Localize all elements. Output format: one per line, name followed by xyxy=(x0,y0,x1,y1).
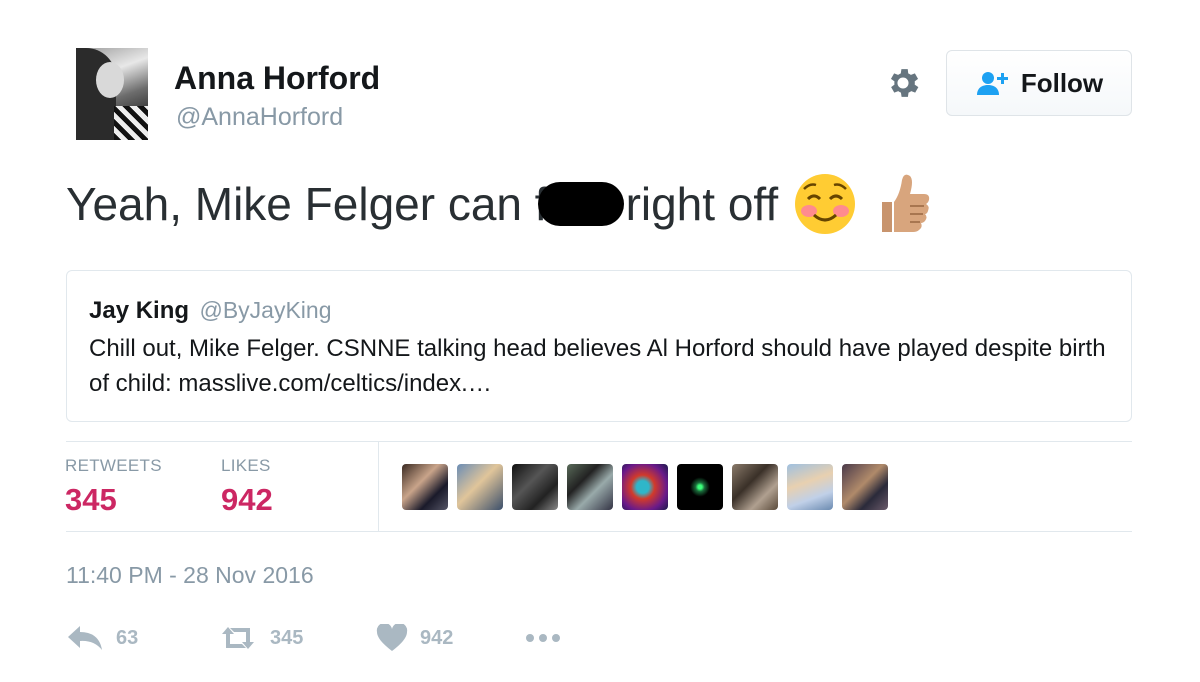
likes-count[interactable]: 942 xyxy=(221,482,273,518)
reply-count: 63 xyxy=(116,626,139,649)
heart-icon xyxy=(376,624,408,651)
tweet-timestamp[interactable]: 11:40 PM - 28 Nov 2016 xyxy=(66,562,314,589)
liker-avatar[interactable] xyxy=(842,464,888,510)
retweets-label[interactable]: RETWEETS xyxy=(65,456,162,476)
stats-vertical-divider xyxy=(378,442,379,531)
tweet-text: Yeah, Mike Felger can f right off xyxy=(66,172,930,236)
add-user-icon xyxy=(976,72,1008,95)
liker-avatar[interactable] xyxy=(732,464,778,510)
like-button[interactable]: 942 xyxy=(376,620,453,656)
liker-avatar[interactable] xyxy=(402,464,448,510)
retweet-button[interactable]: 345 xyxy=(218,620,303,656)
likes-label[interactable]: LIKES xyxy=(221,456,271,476)
tweet-text-end: right off xyxy=(625,178,779,230)
liker-avatar[interactable] xyxy=(677,464,723,510)
retweet-count: 345 xyxy=(270,626,304,649)
liker-avatar[interactable] xyxy=(457,464,503,510)
quoted-author-handle: @ByJayKing xyxy=(199,297,332,323)
liker-avatar[interactable] xyxy=(787,464,833,510)
liker-avatar[interactable] xyxy=(512,464,558,510)
liker-avatars xyxy=(402,464,888,510)
user-name[interactable]: Anna Horford xyxy=(174,60,380,97)
avatar-face xyxy=(96,62,124,98)
reply-button[interactable]: 63 xyxy=(66,620,138,656)
follow-label: Follow xyxy=(1020,67,1104,98)
quoted-author-name: Jay King xyxy=(89,297,190,324)
liker-avatar[interactable] xyxy=(567,464,613,510)
liker-avatar[interactable] xyxy=(622,464,668,510)
follow-button[interactable]: Follow xyxy=(946,50,1132,116)
more-button[interactable] xyxy=(524,620,564,656)
stats-bottom-divider xyxy=(66,531,1132,532)
reply-icon xyxy=(68,626,102,650)
redaction-mark xyxy=(537,182,624,226)
retweet-icon xyxy=(222,627,254,649)
quoted-tweet-text: Chill out, Mike Felger. CSNNE talking he… xyxy=(89,335,1106,397)
like-count: 942 xyxy=(420,626,454,649)
user-handle[interactable]: @AnnaHorford xyxy=(176,103,343,132)
stats-top-divider xyxy=(66,441,1132,442)
smiling-face-emoji xyxy=(795,174,856,234)
avatar[interactable] xyxy=(76,48,148,140)
avatar-stripe xyxy=(114,106,148,140)
gear-icon[interactable] xyxy=(884,64,922,102)
quoted-tweet[interactable]: Jay King @ByJayKing Chill out, Mike Felg… xyxy=(66,270,1132,422)
thumbs-up-emoji xyxy=(882,174,930,232)
tweet-text-start: Yeah, Mike Felger can f xyxy=(66,178,548,230)
more-icon xyxy=(526,634,560,642)
retweets-count[interactable]: 345 xyxy=(65,482,117,518)
